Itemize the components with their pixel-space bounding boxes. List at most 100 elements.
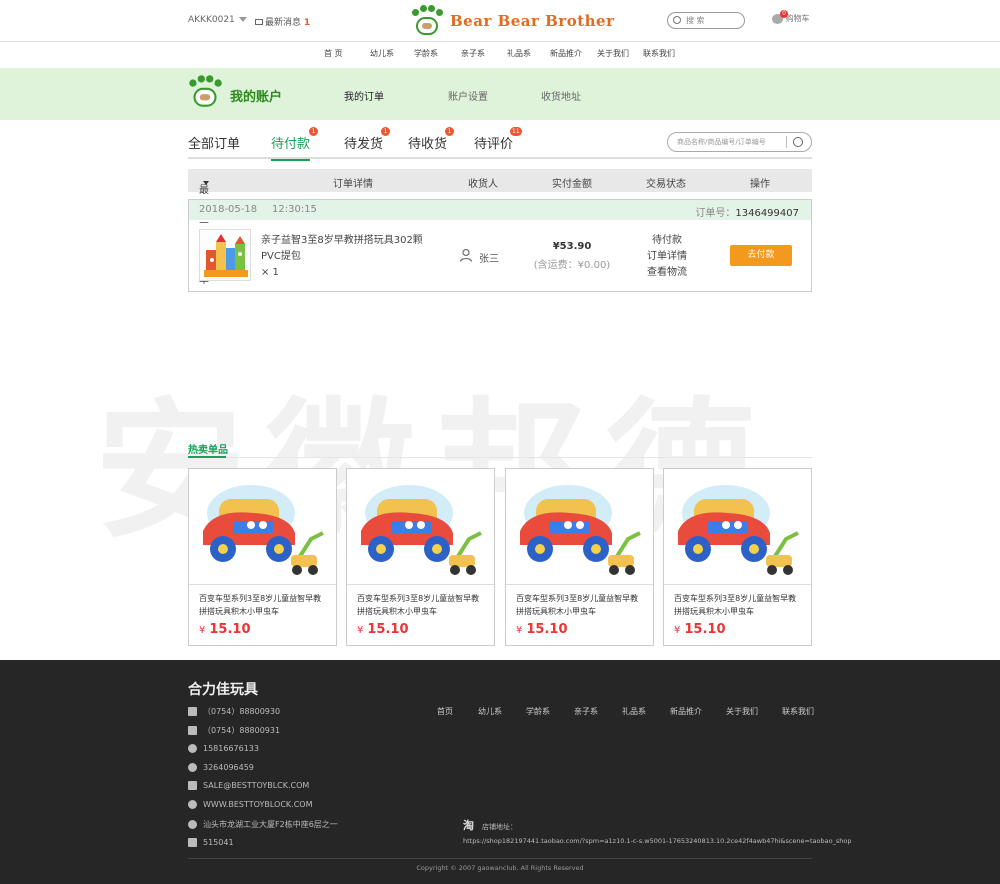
nav-item-parent-child[interactable]: 亲子系 [461,43,485,65]
contact-address: 汕头市龙湖工业大厦F2栋中座6层之一 [188,819,338,830]
order-search-placeholder: 商品名称/商品编号/订单编号 [677,138,766,146]
header-actions: 操作 [750,179,770,190]
tab-my-orders[interactable]: 我的订单 [344,88,384,103]
product-image [361,485,482,575]
contact-postcode: 515041 [188,838,234,847]
contact-text: SALE@BESTTOYBLCK.COM [203,781,310,790]
tab-label: 待发货 [344,137,384,152]
search-icon [673,16,681,24]
footer-nav-home[interactable]: 首页 [437,706,453,717]
cart-label: 购物车 [785,14,810,23]
contact-qq: 3264096459 [188,763,254,772]
contact-text: WWW.BESTTOYBLOCK.COM [203,800,313,809]
contact-email[interactable]: SALE@BESTTOYBLCK.COM [188,781,309,790]
pay-button[interactable]: 去付款 [730,245,792,266]
product-card[interactable]: 百变车型系列3至8岁儿童益智早教拼搭玩具积木小甲虫车 ¥15.10 [188,468,337,646]
chevron-down-icon [203,181,209,185]
taobao-icon: 淘 [463,819,474,832]
price-value: 15.10 [209,622,251,637]
shop-url-link[interactable]: https://shop182197441.taobao.com/?spm=a1… [463,837,851,845]
tab-label: 待评价 [474,137,514,152]
footer: 合力佳玩具 （0754）88800930 （0754）88800931 1581… [0,660,1000,884]
footer-nav-about[interactable]: 关于我们 [726,706,758,717]
logo-text: Bear Bear Brother [450,12,615,30]
chevron-down-icon [238,17,247,22]
tab-all-orders[interactable]: 全部订单 [188,133,240,152]
main-nav: 首 页 幼儿系 学龄系 亲子系 礼品系 新品推介 关于我们 联系我们 [0,43,1000,68]
mail-icon [188,781,197,790]
product-name[interactable]: 亲子益智3至8岁早教拼搭玩具302颗PVC提包 [261,233,431,265]
nav-item-new[interactable]: 新品推介 [550,43,582,65]
nav-item-contact[interactable]: 联系我们 [643,43,675,65]
cart-badge: 0 [780,9,788,18]
tab-shipping-address[interactable]: 收货地址 [541,88,581,103]
envelope-icon [255,18,263,25]
messages-label: 最新消息 [265,18,302,28]
nav-item-about[interactable]: 关于我们 [597,43,629,65]
wechat-icon [188,744,197,753]
person-icon [459,248,473,262]
footer-nav-school-age[interactable]: 学龄系 [526,706,550,717]
divider [786,136,787,148]
footer-nav-parent-child[interactable]: 亲子系 [574,706,598,717]
tab-label: 待付款 [271,137,311,152]
globe-icon [188,800,197,809]
tab-pending-payment[interactable]: 待付款 1 [271,127,318,161]
status-pending-payment: 待付款 [652,235,682,246]
product-card[interactable]: 百变车型系列3至8岁儿童益智早教拼搭玩具积木小甲虫车 ¥15.10 [346,468,495,646]
product-title: 百变车型系列3至8岁儿童益智早教拼搭玩具积木小甲虫车 [674,594,797,616]
price-value: 15.10 [526,622,568,637]
header-amount: 实付金额 [552,179,592,190]
section-divider [188,457,812,458]
contact-website[interactable]: WWW.BESTTOYBLOCK.COM [188,800,312,809]
nav-item-school-age[interactable]: 学龄系 [414,43,438,65]
account-title: 我的账户 [230,90,283,105]
tab-pending-review[interactable]: 待评价 11 [474,127,522,152]
messages-link[interactable]: 最新消息 1 [255,15,310,28]
footer-nav-toddler[interactable]: 幼儿系 [478,706,502,717]
contact-text: （0754）88800931 [203,726,281,735]
product-title: 百变车型系列3至8岁儿童益智早教拼搭玩具积木小甲虫车 [357,594,480,616]
product-price: ¥15.10 [516,622,568,637]
contact-text: 15816676133 [203,744,259,753]
hot-items-title: 热卖单品 [188,445,228,456]
top-search-input[interactable]: 搜 索 [667,12,745,29]
footer-nav-new[interactable]: 新品推介 [670,706,702,717]
paid-amount: ¥53.90 [552,241,592,252]
divider [506,584,653,585]
product-image [203,485,324,575]
divider [189,584,336,585]
product-price: ¥15.10 [199,622,251,637]
cart-icon: 0 [772,9,788,24]
product-card[interactable]: 百变车型系列3至8岁儿童益智早教拼搭玩具积木小甲虫车 ¥15.10 [663,468,812,646]
search-icon[interactable] [793,137,803,147]
contact-fax: （0754）88800931 [188,725,280,736]
order-number-label: 订单号： [695,208,736,219]
nav-item-home[interactable]: 首 页 [324,43,343,65]
nav-item-toddler[interactable]: 幼儿系 [370,43,394,65]
account-logo-icon [187,75,223,109]
tab-pending-shipment[interactable]: 待发货 1 [344,127,390,152]
tab-account-settings[interactable]: 账户设置 [448,88,488,103]
footer-nav-gifts[interactable]: 礼品系 [622,706,646,717]
site-logo[interactable]: Bear Bear Brother [410,4,615,38]
order-details-link[interactable]: 订单详情 [634,249,700,265]
account-banner: 我的账户 我的订单 账户设置 收货地址 [0,68,1000,120]
product-card[interactable]: 百变车型系列3至8岁儿童益智早教拼搭玩具积木小甲虫车 ¥15.10 [505,468,654,646]
user-menu[interactable]: AKKK0021 [188,15,247,25]
price-value: 15.10 [367,622,409,637]
messages-count: 1 [303,18,311,28]
footer-nav-contact[interactable]: 联系我们 [782,706,814,717]
divider [664,584,811,585]
postcode-icon [188,838,197,847]
count-badge: 1 [381,127,390,136]
product-thumbnail[interactable] [199,229,251,281]
nav-item-gifts[interactable]: 礼品系 [507,43,531,65]
order-search-input[interactable]: 商品名称/商品编号/订单编号 [667,132,812,152]
tab-pending-receipt[interactable]: 待收货 1 [408,127,454,152]
phone-icon [188,707,197,716]
cart-link[interactable]: 0 购物车 [772,9,810,24]
product-image [678,485,799,575]
currency-symbol: ¥ [674,625,681,636]
track-shipment-link[interactable]: 查看物流 [634,265,700,281]
